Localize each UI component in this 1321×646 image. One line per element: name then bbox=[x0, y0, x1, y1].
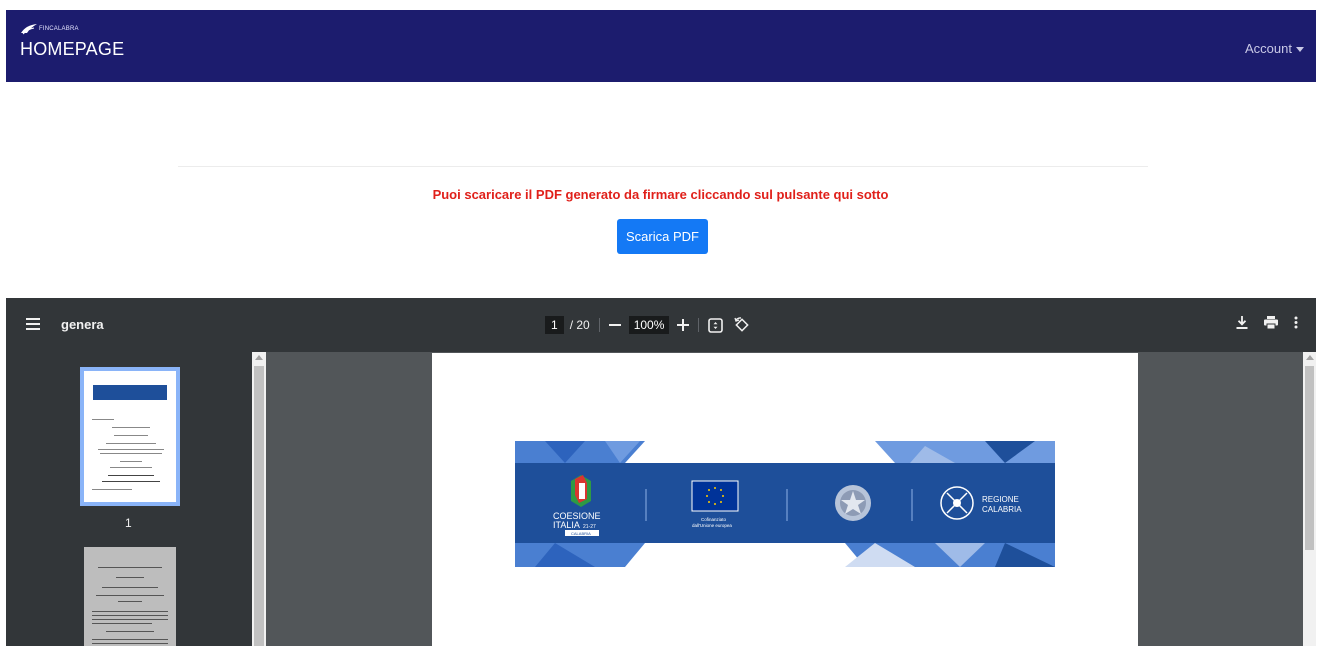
brand[interactable]: FINCALABRA HOMEPAGE bbox=[20, 22, 124, 60]
pdf-page: COESIONE ITALIA 21-27 CALABRIA Cofinanzi… bbox=[432, 353, 1138, 646]
logo-text: FINCALABRA bbox=[39, 26, 79, 32]
thumbnail-page-1[interactable] bbox=[80, 367, 180, 506]
hamburger-menu-icon[interactable] bbox=[26, 318, 40, 330]
coesione-line2: ITALIA bbox=[553, 520, 580, 530]
thumbnail-scrollbar[interactable] bbox=[252, 352, 266, 646]
minus-icon[interactable] bbox=[608, 319, 621, 331]
toolbar-right bbox=[1236, 316, 1298, 329]
coesione-years: 21-27 bbox=[583, 524, 596, 530]
pdf-viewer: genera 1 / 20 100% 1 COESIONE ITALIA 21-… bbox=[6, 298, 1316, 646]
app-title: HOMEPAGE bbox=[20, 39, 125, 59]
fit-page-icon[interactable] bbox=[708, 317, 724, 333]
separator bbox=[698, 318, 700, 332]
download-icon[interactable] bbox=[1236, 316, 1248, 329]
bird-logo-icon bbox=[21, 24, 37, 35]
printer-icon[interactable] bbox=[1264, 316, 1278, 329]
plus-icon[interactable] bbox=[677, 319, 690, 331]
rotate-icon[interactable] bbox=[733, 317, 750, 333]
eu-line2: dall'Unione europea bbox=[692, 523, 732, 528]
scroll-up-icon[interactable] bbox=[255, 355, 263, 360]
pdf-file-title: genera bbox=[61, 317, 104, 332]
thumbnail-banner bbox=[93, 385, 167, 400]
top-strip bbox=[0, 0, 1321, 10]
scrollbar-thumb[interactable] bbox=[1305, 366, 1314, 550]
separator bbox=[598, 318, 600, 332]
eu-line1: Cofinanziato bbox=[701, 517, 727, 522]
caret-down-icon bbox=[1296, 46, 1304, 52]
account-dropdown[interactable]: Account bbox=[1245, 41, 1304, 56]
zoom-input[interactable]: 100% bbox=[628, 316, 670, 334]
pdf-toolbar: genera 1 / 20 100% bbox=[6, 298, 1316, 352]
divider bbox=[178, 166, 1148, 167]
page-controls: 1 / 20 100% bbox=[545, 315, 750, 335]
scroll-up-icon[interactable] bbox=[1306, 355, 1314, 360]
account-label: Account bbox=[1245, 41, 1292, 56]
thumbnail-page-number: 1 bbox=[125, 516, 132, 530]
thumbnail-page-1-preview bbox=[84, 371, 176, 502]
thumbnail-page-2[interactable] bbox=[84, 547, 176, 646]
page-total: / 20 bbox=[569, 318, 590, 332]
download-pdf-button[interactable]: Scarica PDF bbox=[617, 219, 708, 254]
document-scrollbar[interactable] bbox=[1303, 352, 1316, 646]
page-number-input[interactable]: 1 bbox=[545, 316, 564, 334]
regione-line1: REGIONE bbox=[982, 495, 1019, 504]
brand-logo: FINCALABRA bbox=[20, 22, 124, 36]
coesione-region: CALABRIA bbox=[571, 531, 591, 536]
download-notice: Puoi scaricare il PDF generato da firmar… bbox=[432, 187, 889, 202]
scrollbar-thumb[interactable] bbox=[254, 366, 264, 646]
more-vert-icon[interactable] bbox=[1294, 316, 1298, 329]
thumbnail-sidebar: 1 bbox=[6, 352, 252, 646]
cofunding-banner: COESIONE ITALIA 21-27 CALABRIA Cofinanzi… bbox=[515, 441, 1055, 567]
italian-emblem bbox=[835, 485, 871, 521]
navbar: FINCALABRA HOMEPAGE Account bbox=[6, 10, 1316, 82]
regione-line2: CALABRIA bbox=[982, 505, 1022, 514]
